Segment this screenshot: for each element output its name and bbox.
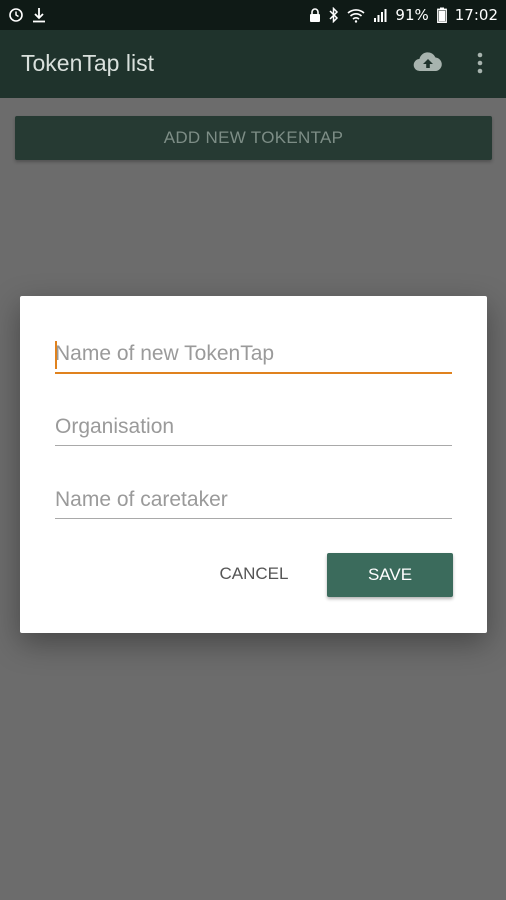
cancel-button[interactable]: CANCEL	[210, 552, 298, 596]
signal-icon	[373, 8, 387, 22]
battery-icon	[436, 7, 447, 23]
download-icon	[32, 7, 46, 23]
cloud-upload-icon	[413, 51, 443, 78]
alarm-icon	[8, 7, 24, 23]
status-bar-left	[8, 7, 46, 23]
wifi-icon	[347, 8, 365, 23]
status-time: 17:02	[454, 6, 498, 24]
overflow-menu-button[interactable]	[466, 50, 494, 80]
status-bar: 91% 17:02	[0, 0, 506, 30]
app-bar: TokenTap list	[0, 30, 506, 98]
tokentap-name-field[interactable]	[55, 342, 452, 374]
overflow-menu-icon	[477, 52, 483, 79]
lock-icon	[309, 7, 321, 23]
organisation-field[interactable]	[55, 415, 452, 446]
save-button[interactable]: SAVE	[327, 553, 453, 597]
app-title: TokenTap list	[21, 50, 154, 76]
caretaker-name-field[interactable]	[55, 488, 452, 519]
add-new-tokentap-button[interactable]: ADD NEW TOKENTAP	[15, 116, 492, 160]
cloud-upload-button[interactable]	[412, 50, 444, 78]
status-bar-right: 91% 17:02	[309, 6, 498, 24]
new-tokentap-dialog: CANCEL SAVE	[20, 296, 487, 633]
battery-percent: 91%	[395, 6, 429, 24]
text-cursor	[55, 341, 57, 369]
bluetooth-icon	[329, 7, 339, 23]
